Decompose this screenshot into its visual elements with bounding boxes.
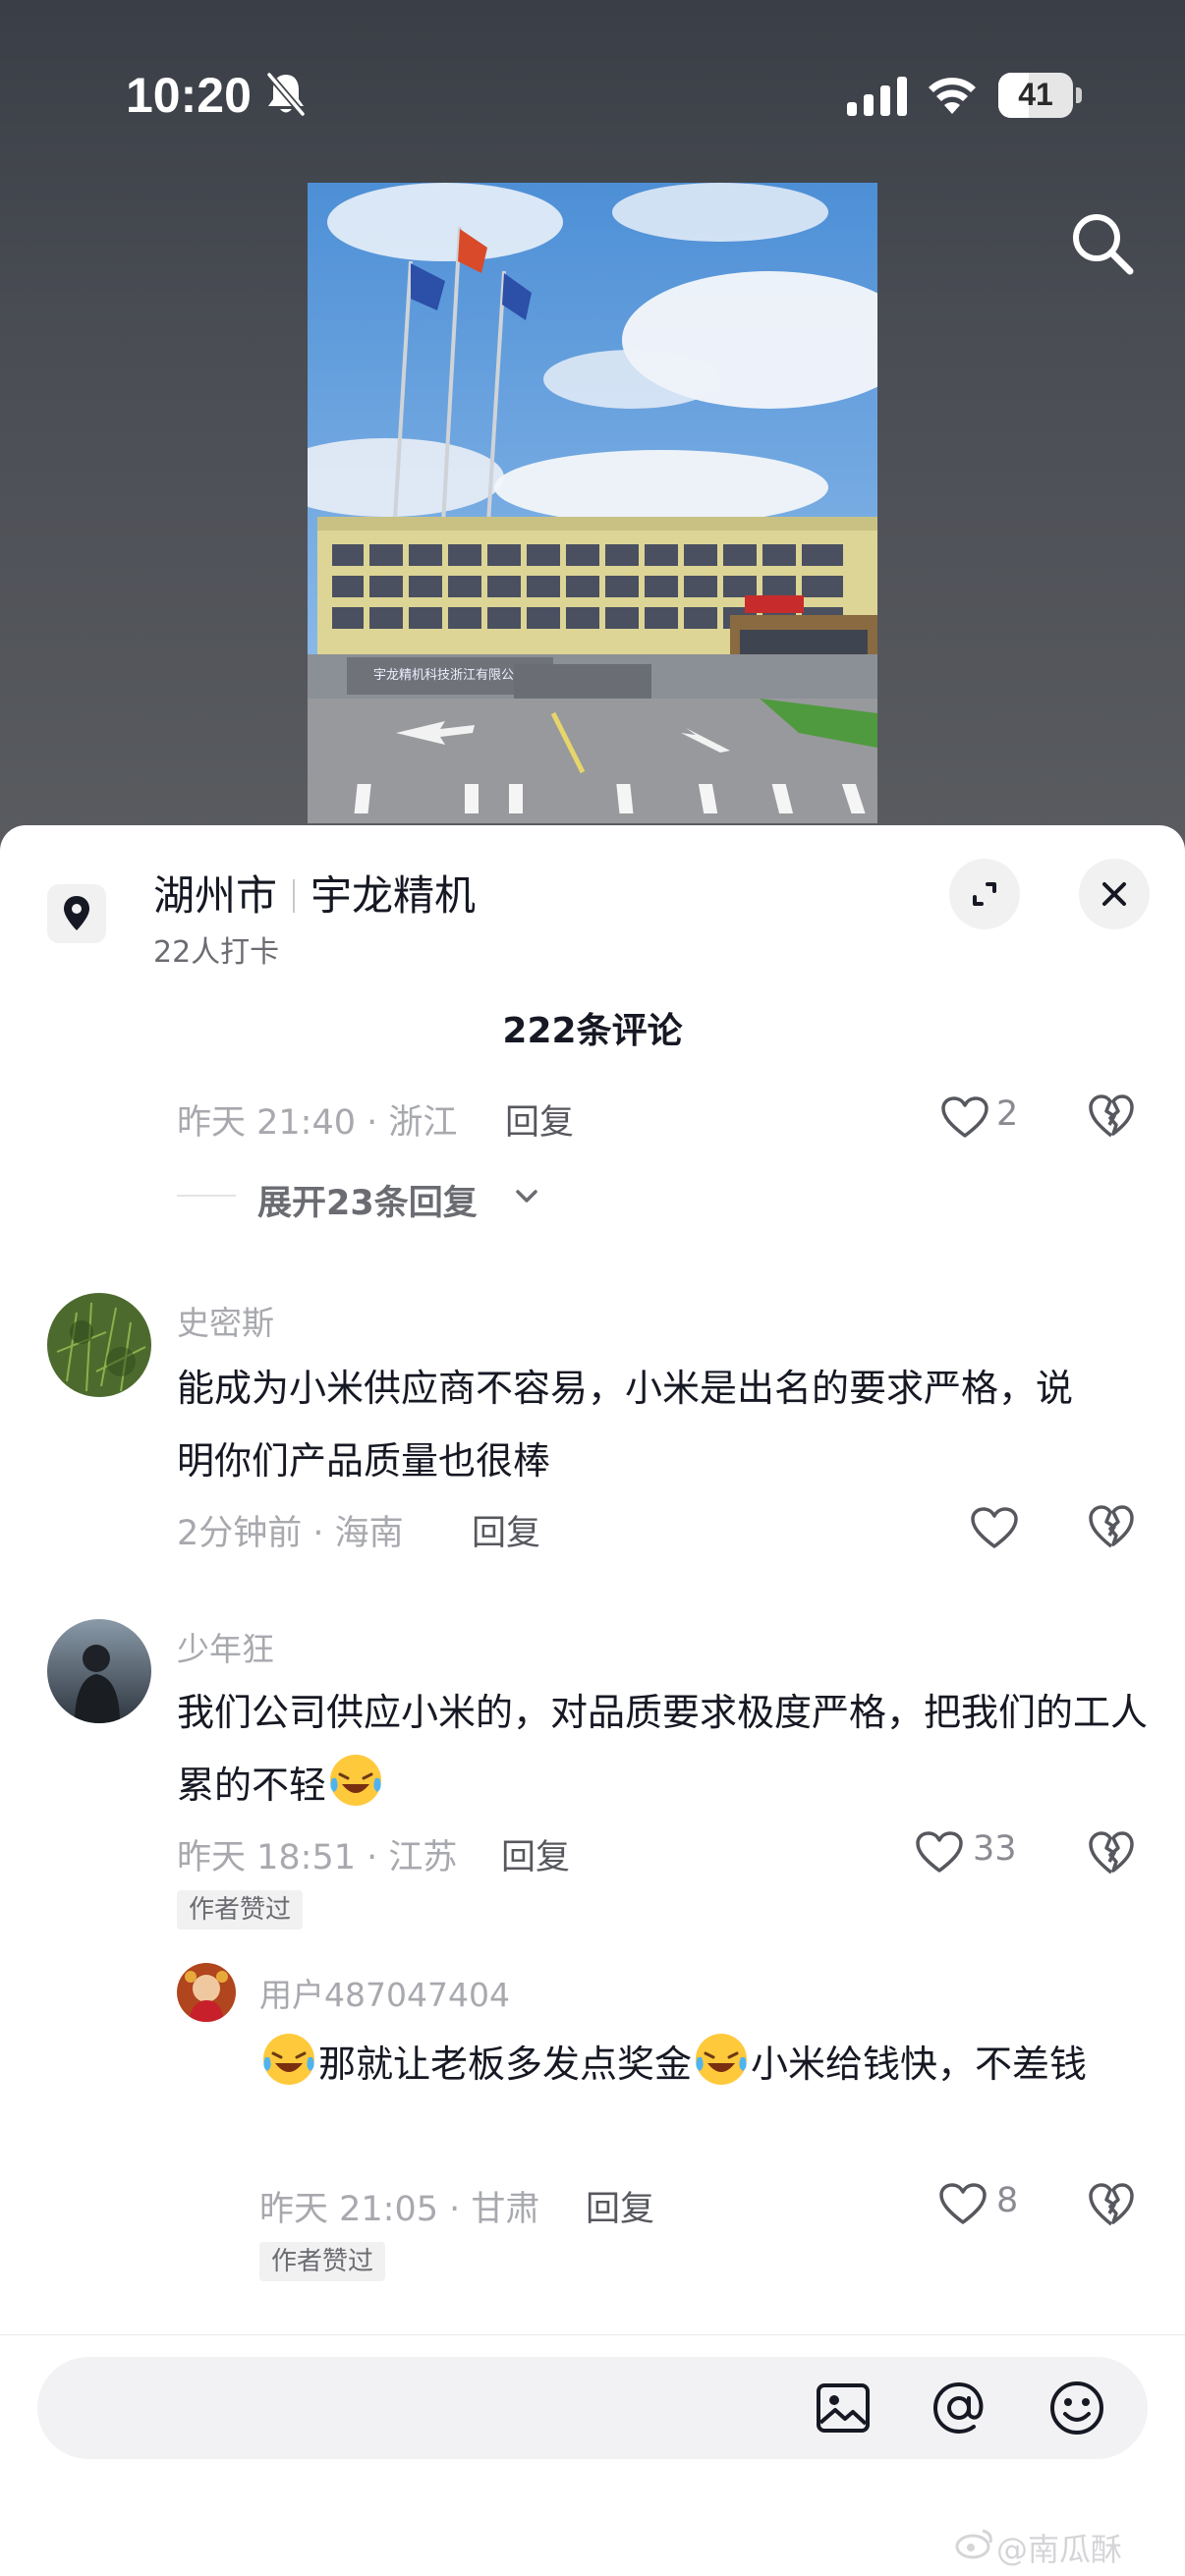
comment-input[interactable] [77,2357,823,2459]
wifi-icon [929,78,976,114]
dislike-icon[interactable] [1087,1092,1136,1140]
sign-text: 宇龙精机科技浙江有限公司 [373,668,527,683]
laugh-cry-emoji-icon [330,1755,382,1806]
reply-button[interactable]: 回复 [586,2181,654,2231]
reply-button[interactable]: 回复 [472,1505,540,1555]
close-icon [1102,882,1126,906]
bell-off-icon [266,72,306,117]
heart-icon[interactable] [969,1505,1020,1550]
poi-title[interactable]: 湖州市 宇龙精机 [153,863,476,923]
emoji-icon[interactable] [1045,2377,1108,2439]
heart-icon[interactable] [939,1094,990,1140]
comment-text-body: 我们公司供应小米的，对品质要求极度严格，把我们的工人累的不轻 [177,1691,1149,1807]
chevron-down-icon[interactable] [513,1187,540,1206]
image-icon[interactable] [812,2377,875,2439]
comment-meta: 昨天 21:40 · 浙江 [177,1103,458,1143]
laugh-cry-emoji-icon [263,2034,314,2085]
avatar[interactable] [177,1963,236,2022]
poi-city[interactable]: 湖州市 [153,871,277,920]
comment-meta: 2分钟前 · 海南 [177,1514,404,1553]
comment-username[interactable]: 用户487047404 [259,1969,510,2016]
search-icon[interactable] [1067,208,1138,279]
heart-icon[interactable] [937,2181,988,2226]
expand-button[interactable] [949,859,1020,929]
weibo-logo-icon [955,2529,992,2559]
like-count: 2 [996,1094,1019,1134]
laugh-cry-emoji-icon [696,2034,748,2085]
poi-checkins: 22人打卡 [153,935,280,970]
expand-icon [973,882,996,906]
dislike-icon[interactable] [1087,1503,1136,1550]
like-count: 33 [973,1829,1017,1869]
poi-divider [293,879,296,913]
heart-icon[interactable] [914,1829,965,1875]
like-count: 8 [996,2181,1019,2220]
comment-count: 222条评论 [502,1011,683,1051]
comment-text-part1: 那就让老板多发点奖金 [318,2043,693,2086]
comment-text-part2: 小米给钱快，不差钱 [751,2043,1088,2086]
location-pin-icon[interactable] [47,884,106,943]
reply-button[interactable]: 回复 [501,1829,570,1879]
at-mention-icon[interactable] [928,2377,990,2439]
expand-replies-button[interactable]: 展开23条回复 [257,1175,478,1225]
dislike-icon[interactable] [1087,1829,1136,1876]
poi-name[interactable]: 宇龙精机 [310,871,476,920]
comment-text: 能成为小米供应商不容易，小米是出名的要求严格，说明你们产品质量也很棒 [177,1367,1074,1483]
author-liked-badge: 作者赞过 [259,2242,386,2281]
dislike-icon[interactable] [1087,2181,1136,2228]
status-bar: 10:20 41 [0,0,1185,187]
comment-username[interactable]: 少年狂 [177,1623,274,1670]
status-time: 10:20 [126,68,252,123]
video-frame[interactable]: 宇龙精机科技浙江有限公司 [308,183,877,823]
comment-text: 那就让老板多发点奖金 小米给钱快，不差钱 [259,2028,1144,2100]
comment-text: 我们公司供应小米的，对品质要求极度严格，把我们的工人累的不轻 [177,1676,1150,1821]
comment-meta: 昨天 21:05 · 甘肃 [259,2190,540,2229]
close-button[interactable] [1079,859,1150,929]
cellular-signal-icon [847,77,907,116]
video-background: 10:20 41 宇龙精机科技浙江有限公司 [0,0,1185,865]
reply-button[interactable]: 回复 [505,1094,574,1145]
comment-meta: 昨天 18:51 · 江苏 [177,1838,458,1877]
comment-username[interactable]: 史密斯 [177,1297,274,1344]
battery-level: 41 [1018,77,1053,112]
watermark: @南瓜酥 [996,2531,1123,2568]
avatar[interactable] [47,1619,151,1723]
avatar[interactable] [47,1293,151,1397]
expand-divider [177,1195,236,1197]
battery-icon: 41 [998,73,1082,118]
author-liked-badge: 作者赞过 [177,1890,304,1930]
